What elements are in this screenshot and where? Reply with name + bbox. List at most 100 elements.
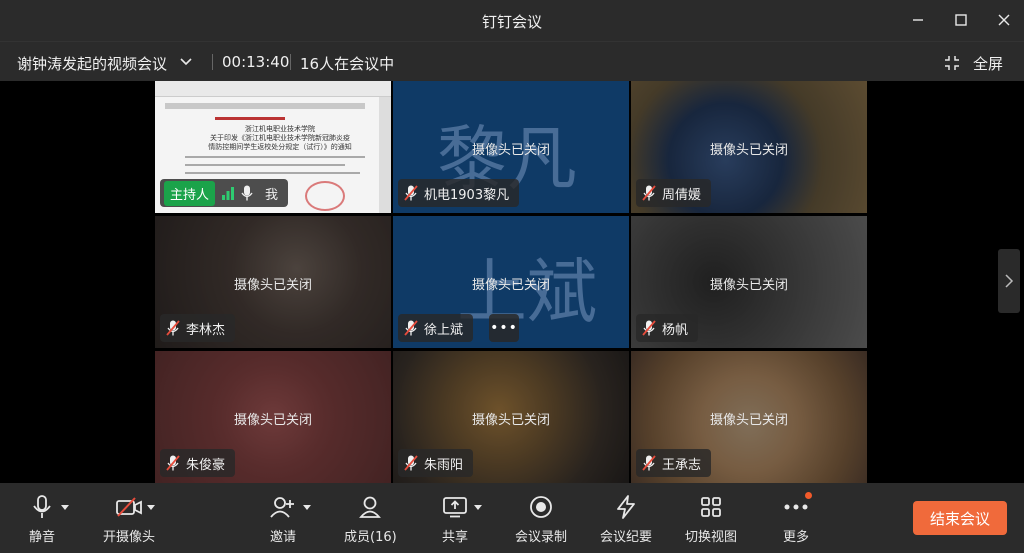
participant-name: 朱俊豪: [186, 457, 226, 473]
participant-name: 我: [265, 187, 279, 203]
participant-name: 徐上斌: [424, 322, 464, 338]
camera-label: 开摄像头: [103, 530, 156, 545]
camera-off-label: 摄像头已关闭: [471, 143, 550, 158]
minutes-label: 会议纪要: [600, 530, 653, 545]
invite-button[interactable]: 邀请: [270, 493, 296, 545]
name-tag: 机电1903黎凡: [398, 179, 520, 207]
divider: [290, 54, 291, 70]
lightning-icon: [617, 495, 635, 519]
mic-muted-icon: [642, 185, 656, 201]
camera-off-label: 摄像头已关闭: [471, 278, 550, 293]
participants-count: 16人在会议中: [300, 55, 395, 73]
caret-down-icon[interactable]: [474, 505, 482, 511]
name-tag: 朱雨阳: [398, 449, 474, 477]
record-button[interactable]: 会议录制: [515, 493, 567, 545]
notification-dot: [805, 492, 812, 499]
minimize-button[interactable]: [904, 8, 932, 32]
more-button[interactable]: 更多: [783, 493, 809, 545]
doc-heading-3: 情防控期间学生返校处分规定（试行）》的通知: [208, 143, 352, 151]
name-tag: 王承志: [636, 449, 712, 477]
meeting-name[interactable]: 谢钟涛发起的视频会议: [17, 53, 167, 74]
caret-down-icon[interactable]: [147, 505, 155, 511]
mic-muted-icon: [642, 455, 656, 471]
maximize-icon: [955, 14, 967, 26]
minimize-icon: [913, 19, 923, 21]
screen-share-icon: [443, 497, 467, 518]
participant-name: 机电1903黎凡: [424, 187, 510, 203]
mic-muted-icon: [642, 320, 656, 336]
mic-muted-icon: [404, 320, 418, 336]
participant-name: 杨帆: [662, 322, 689, 338]
meeting-timer: 00:13:40: [222, 53, 290, 71]
host-badge: 主持人: [164, 180, 216, 206]
name-tag: 杨帆: [636, 314, 699, 342]
caret-down-icon[interactable]: [303, 505, 311, 511]
video-tile[interactable]: 黎凡 摄像头已关闭 机电1903黎凡: [393, 81, 629, 213]
add-user-icon: [270, 497, 294, 518]
video-tile[interactable]: 摄像头已关闭 周倩媛: [631, 81, 867, 213]
grid-view-icon: [701, 497, 721, 517]
fullscreen-icon[interactable]: [944, 55, 960, 71]
meeting-window: 钉钉会议 谢钟涛发起的视频会议 00:13:40 16人在会议中 全屏 浙江机电…: [0, 0, 1024, 553]
mic-muted-icon: [404, 185, 418, 201]
participant-name: 朱雨阳: [424, 457, 464, 473]
camera-off-icon: [116, 497, 142, 517]
video-grid: 浙江机电职业技术学院 关于印发《浙江机电职业技术学院新冠肺炎疫 情防控期间学生返…: [155, 81, 867, 483]
camera-off-label: 摄像头已关闭: [233, 413, 312, 428]
camera-button[interactable]: 开摄像头: [103, 493, 155, 545]
camera-off-label: 摄像头已关闭: [709, 143, 788, 158]
video-tile[interactable]: 摄像头已关闭 朱俊豪: [155, 351, 391, 483]
close-button[interactable]: [990, 8, 1018, 32]
mute-label: 静音: [29, 530, 56, 545]
end-meeting-button[interactable]: 结束会议: [913, 501, 1007, 535]
doc-heading-1: 浙江机电职业技术学院: [245, 125, 315, 133]
fullscreen-button[interactable]: 全屏: [973, 53, 1003, 74]
camera-off-label: 摄像头已关闭: [471, 413, 550, 428]
caret-down-icon[interactable]: [61, 505, 69, 511]
camera-off-label: 摄像头已关闭: [709, 278, 788, 293]
chevron-down-icon[interactable]: [178, 54, 194, 70]
video-tile-host[interactable]: 浙江机电职业技术学院 关于印发《浙江机电职业技术学院新冠肺炎疫 情防控期间学生返…: [155, 81, 391, 213]
camera-off-label: 摄像头已关闭: [233, 278, 312, 293]
divider: [212, 54, 213, 70]
participant-name: 周倩媛: [662, 187, 702, 203]
doc-heading-2: 关于印发《浙江机电职业技术学院新冠肺炎疫: [210, 134, 350, 142]
video-tile[interactable]: 摄像头已关闭 王承志: [631, 351, 867, 483]
meeting-info-bar: 谢钟涛发起的视频会议 00:13:40 16人在会议中 全屏: [0, 41, 1024, 81]
switch-view-label: 切换视图: [685, 530, 738, 545]
user-icon: [359, 496, 382, 518]
video-tile[interactable]: 摄像头已关闭 杨帆: [631, 216, 867, 348]
name-tag: 李林杰: [160, 314, 236, 342]
signal-strength-icon: [222, 187, 235, 200]
close-icon: [998, 14, 1010, 26]
mic-muted-icon: [166, 455, 180, 471]
name-tag: 主持人 我: [160, 179, 289, 207]
tile-more-button[interactable]: •••: [489, 314, 519, 342]
share-button[interactable]: 共享: [442, 493, 468, 545]
next-page-button[interactable]: [998, 249, 1020, 313]
title-bar: 钉钉会议: [0, 0, 1024, 41]
microphone-icon: [241, 185, 253, 201]
microphone-icon: [33, 495, 51, 518]
maximize-button[interactable]: [947, 8, 975, 32]
chevron-right-icon: [1005, 274, 1014, 288]
members-button[interactable]: 成员(16): [344, 493, 397, 545]
video-tile[interactable]: 摄像头已关闭 李林杰: [155, 216, 391, 348]
more-dots-icon: [784, 504, 808, 510]
name-tag: 朱俊豪: [160, 449, 236, 477]
minutes-button[interactable]: 会议纪要: [600, 493, 652, 545]
video-tile[interactable]: 摄像头已关闭 朱雨阳: [393, 351, 629, 483]
name-tag: 周倩媛: [636, 179, 712, 207]
document-toolbar: [155, 81, 391, 97]
members-label: 成员(16): [344, 530, 397, 545]
video-tile[interactable]: 上斌 摄像头已关闭 徐上斌 •••: [393, 216, 629, 348]
window-title: 钉钉会议: [481, 13, 542, 31]
invite-label: 邀请: [270, 530, 297, 545]
participant-name: 李林杰: [186, 322, 226, 338]
mic-muted-icon: [166, 320, 180, 336]
name-tag: 徐上斌: [398, 314, 474, 342]
participant-name: 王承志: [662, 457, 702, 473]
mic-muted-icon: [404, 455, 418, 471]
mute-button[interactable]: 静音: [29, 493, 55, 545]
switch-view-button[interactable]: 切换视图: [685, 493, 737, 545]
